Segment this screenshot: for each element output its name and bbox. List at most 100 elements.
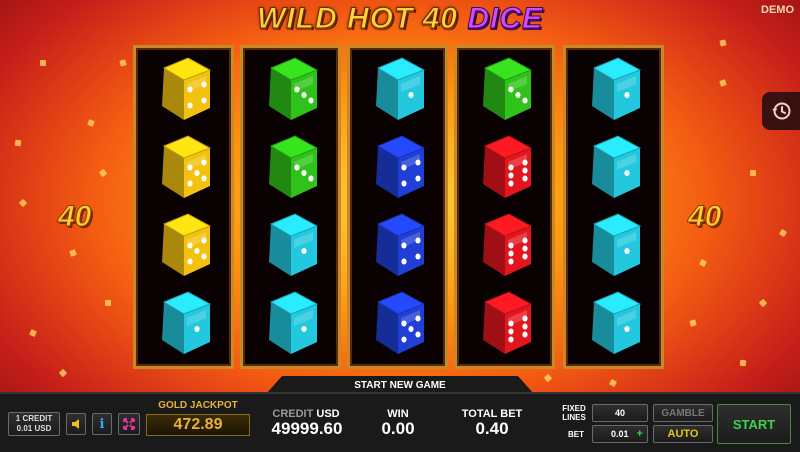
credit-value: 49999.60 bbox=[271, 419, 343, 438]
die-pip bbox=[187, 102, 193, 109]
die-pip bbox=[201, 253, 207, 260]
die-pip bbox=[522, 97, 528, 104]
die-reel3-row2 bbox=[376, 135, 426, 198]
sparkle bbox=[14, 139, 22, 147]
die-pip bbox=[508, 172, 514, 179]
die-pip bbox=[415, 175, 421, 182]
die-reel5-row4 bbox=[592, 291, 642, 354]
denomination-button[interactable]: 1 CREDIT 0.01 USD bbox=[8, 412, 60, 436]
gold-jackpot-value: 472.89 bbox=[146, 414, 250, 436]
die-pip bbox=[401, 242, 407, 249]
reel-4 bbox=[454, 45, 555, 369]
die-pip bbox=[522, 315, 528, 322]
die-pip bbox=[301, 170, 307, 176]
bet-label: BET bbox=[568, 430, 584, 439]
die-pip bbox=[508, 242, 514, 249]
die-pip bbox=[508, 336, 514, 343]
reel-3 bbox=[347, 45, 448, 369]
die-reel1-row2 bbox=[162, 135, 212, 198]
gamble-button[interactable]: GAMBLE bbox=[653, 404, 713, 422]
die-reel3-row4 bbox=[376, 291, 426, 354]
die-reel1-row3 bbox=[162, 213, 212, 276]
gold-jackpot-label: GOLD JACKPOT bbox=[158, 400, 238, 411]
sound-button[interactable] bbox=[66, 413, 86, 435]
fullscreen-icon bbox=[123, 418, 135, 430]
history-button[interactable] bbox=[762, 92, 800, 130]
die-pip bbox=[508, 320, 514, 327]
die-pip bbox=[522, 175, 528, 182]
die-pip bbox=[415, 331, 421, 338]
reel-5 bbox=[563, 45, 664, 369]
die-pip bbox=[415, 253, 421, 260]
start-button[interactable]: START bbox=[717, 404, 791, 444]
die-pip bbox=[308, 175, 314, 182]
denomination-usd: 0.01 USD bbox=[16, 424, 52, 433]
die-pip bbox=[187, 258, 193, 265]
die-reel4-row2 bbox=[483, 135, 533, 198]
bet-selector[interactable]: 0.01 + bbox=[592, 425, 648, 443]
paylines-indicator-right: 40 bbox=[687, 200, 722, 234]
bet-increase-button[interactable]: + bbox=[637, 428, 643, 440]
die-pip bbox=[508, 328, 514, 335]
speaker-icon bbox=[72, 419, 79, 429]
die-pip bbox=[522, 245, 528, 252]
die-pip bbox=[401, 164, 407, 171]
die-pip bbox=[401, 258, 407, 265]
die-pip bbox=[194, 248, 200, 254]
die-pip bbox=[508, 250, 514, 257]
die-pip bbox=[515, 92, 521, 98]
die-pip bbox=[201, 159, 207, 166]
start-new-game-text: START NEW GAME bbox=[354, 380, 446, 391]
die-pip bbox=[294, 164, 300, 171]
die-reel2-row2 bbox=[269, 135, 319, 198]
die-pip bbox=[624, 248, 630, 254]
die-pip bbox=[415, 315, 421, 322]
sparkle bbox=[749, 169, 757, 177]
demo-badge: DEMO bbox=[761, 4, 794, 16]
die-reel5-row2 bbox=[592, 135, 642, 198]
die-pip bbox=[301, 92, 307, 98]
sparkle bbox=[40, 60, 46, 66]
die-pip bbox=[522, 323, 528, 330]
die-pip bbox=[522, 331, 528, 338]
fixed-lines-value: 40 bbox=[592, 404, 648, 422]
die-pip bbox=[301, 326, 307, 332]
paylines-indicator-left: 40 bbox=[57, 200, 92, 234]
die-pip bbox=[401, 320, 407, 327]
die-pip bbox=[187, 164, 193, 171]
die-reel3-row1 bbox=[376, 57, 426, 120]
title-dice: DICE bbox=[467, 2, 544, 36]
title-main: WILD HOT 40 bbox=[256, 2, 458, 36]
info-icon: i bbox=[99, 416, 105, 432]
die-pip bbox=[624, 92, 630, 98]
die-reel5-row3 bbox=[592, 213, 642, 276]
denomination-credit: 1 CREDIT bbox=[15, 414, 53, 423]
die-pip bbox=[201, 81, 207, 88]
reel-1 bbox=[133, 45, 234, 369]
die-pip bbox=[624, 170, 630, 176]
fullscreen-button[interactable] bbox=[118, 413, 140, 435]
die-pip bbox=[194, 170, 200, 176]
sparkle bbox=[739, 359, 747, 367]
die-pip bbox=[187, 86, 193, 93]
die-pip bbox=[401, 180, 407, 187]
die-reel1-row4 bbox=[162, 291, 212, 354]
die-pip bbox=[522, 159, 528, 166]
die-pip bbox=[201, 237, 207, 244]
die-pip bbox=[415, 237, 421, 244]
die-pip bbox=[522, 237, 528, 244]
die-reel4-row1 bbox=[483, 57, 533, 120]
die-pip bbox=[522, 167, 528, 174]
game-title: WILD HOT 40 DICE bbox=[0, 2, 800, 36]
die-reel2-row3 bbox=[269, 213, 319, 276]
die-pip bbox=[201, 97, 207, 104]
die-pip bbox=[408, 326, 414, 332]
die-reel5-row1 bbox=[592, 57, 642, 120]
die-pip bbox=[508, 164, 514, 171]
info-button[interactable]: i bbox=[92, 413, 112, 435]
die-pip bbox=[194, 326, 200, 332]
auto-button[interactable]: AUTO bbox=[653, 425, 713, 443]
die-reel4-row3 bbox=[483, 213, 533, 276]
sparkle bbox=[104, 299, 112, 307]
die-pip bbox=[187, 180, 193, 187]
